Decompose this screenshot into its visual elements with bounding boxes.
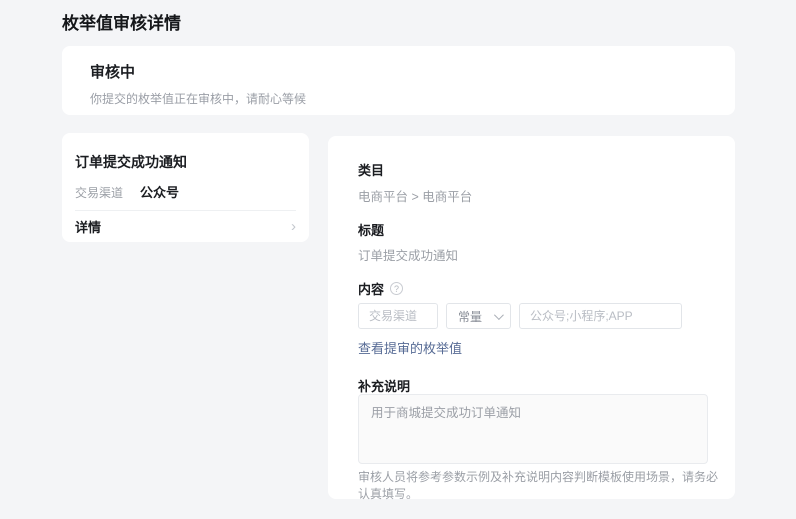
template-param-row: 交易渠道 公众号 (75, 182, 179, 201)
detail-card: 类目 电商平台 > 电商平台 标题 订单提交成功通知 内容 ? 常量 查看提审的… (328, 136, 735, 499)
detail-row[interactable]: 详情 › (75, 211, 296, 241)
category-value: 电商平台 > 电商平台 (358, 186, 472, 205)
title-field-label: 标题 (358, 220, 384, 239)
note-textarea[interactable]: 用于商城提交成功订单通知 (358, 394, 708, 464)
param-type-value: 常量 (458, 308, 482, 325)
status-description: 你提交的枚举值正在审核中，请耐心等候 (90, 90, 707, 107)
page-title: 枚举值审核详情 (62, 9, 181, 34)
template-summary-card: 订单提交成功通知 交易渠道 公众号 详情 › (62, 133, 309, 242)
param-name-label: 交易渠道 (75, 186, 123, 200)
param-example-input[interactable] (519, 303, 682, 329)
review-footnote: 审核人员将参考参数示例及补充说明内容判断模板使用场景，请务必认真填写。 (358, 468, 718, 502)
param-type-select[interactable]: 常量 (446, 303, 511, 329)
status-title: 审核中 (90, 61, 707, 82)
chevron-down-icon (494, 310, 504, 320)
page-canvas: 枚举值审核详情 审核中 你提交的枚举值正在审核中，请耐心等候 订单提交成功通知 … (0, 0, 796, 519)
view-enum-values-link[interactable]: 查看提审的枚举值 (358, 338, 462, 357)
help-icon[interactable]: ? (390, 282, 403, 295)
chevron-right-icon: › (291, 219, 296, 234)
title-field-value: 订单提交成功通知 (358, 245, 458, 264)
content-field-label: 内容 ? (358, 279, 403, 298)
category-label: 类目 (358, 160, 384, 179)
param-value: 公众号 (140, 185, 179, 200)
param-name-input[interactable] (358, 303, 438, 329)
content-param-row: 常量 (358, 303, 682, 329)
note-field-label: 补充说明 (358, 376, 410, 395)
detail-label: 详情 (75, 217, 101, 236)
status-card: 审核中 你提交的枚举值正在审核中，请耐心等候 (62, 46, 735, 115)
content-label-text: 内容 (358, 279, 384, 298)
template-title: 订单提交成功通知 (75, 152, 187, 172)
